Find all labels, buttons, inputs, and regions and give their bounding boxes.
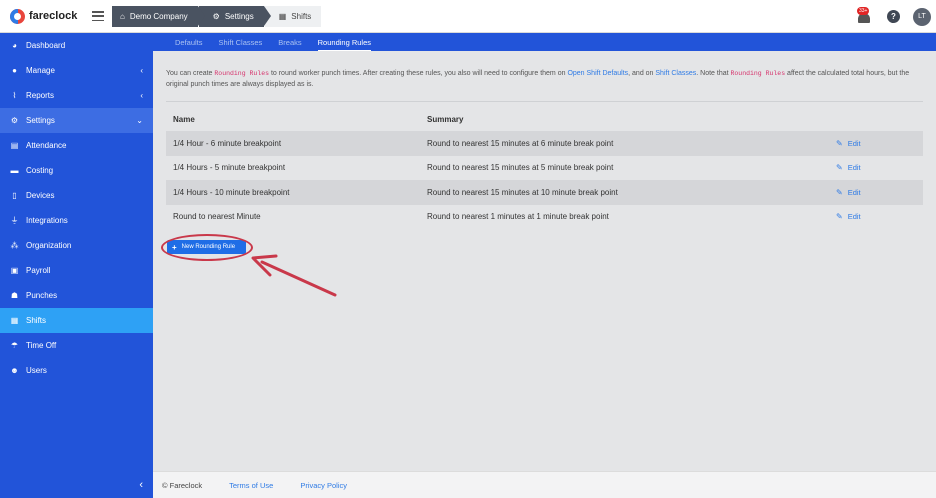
notifications-bell-icon[interactable]: 33+ (857, 6, 871, 24)
chevron-down-icon: ⌄ (136, 116, 143, 125)
header-actions: 33+ ? LT (857, 0, 936, 33)
chevron-left-icon: ‹ (140, 91, 143, 100)
plug-icon: ⏚ (10, 216, 19, 225)
fareclock-logo-icon (10, 8, 25, 24)
brand-name: fareclock (29, 10, 78, 22)
new-rounding-rule-button[interactable]: + New Rounding Rule (167, 240, 246, 254)
gear-icon: ⚙ (212, 12, 220, 21)
rule-summary: Round to nearest 15 minutes at 5 minute … (427, 163, 614, 173)
link-shift-classes[interactable]: Shift Classes (655, 70, 696, 77)
rule-name: Round to nearest Minute (173, 212, 261, 222)
help-icon[interactable]: ? (887, 10, 900, 23)
tab-defaults[interactable]: Defaults (175, 38, 203, 51)
rounding-rules-table: Name Summary 1/4 Hour - 6 minute breakpo… (166, 108, 923, 229)
sidebar-item-dashboard[interactable]: ◕ Dashboard (0, 33, 153, 58)
chevron-left-icon: ‹ (139, 479, 143, 491)
sidebar-item-users[interactable]: ☻ Users (0, 358, 153, 383)
punch-icon: ☗ (10, 291, 19, 300)
breadcrumb: ⌂ Demo Company ⚙ Settings ▦ Shifts (112, 6, 322, 27)
tab-rounding-rules[interactable]: Rounding Rules (317, 38, 372, 51)
sidebar-collapse-button[interactable]: ‹ (0, 472, 153, 498)
sidebar-item-punches[interactable]: ☗ Punches (0, 283, 153, 308)
edit-link[interactable]: ✎ Edit (836, 139, 923, 148)
table-row: 1/4 Hours - 5 minute breakpoint Round to… (166, 156, 923, 181)
tab-shift-classes[interactable]: Shift Classes (219, 38, 263, 51)
settings-tabs: Defaults Shift Classes Breaks Rounding R… (153, 33, 936, 51)
sidebar-item-time-off[interactable]: ☂ Time Off (0, 333, 153, 358)
pencil-icon: ✎ (836, 187, 843, 197)
chevron-left-icon: ‹ (140, 66, 143, 75)
table-row: Round to nearest Minute Round to nearest… (166, 205, 923, 230)
edit-link[interactable]: ✎ Edit (836, 212, 923, 221)
breadcrumb-shifts[interactable]: ▦ Shifts (264, 6, 322, 27)
payroll-icon: ▣ (10, 266, 19, 275)
rule-name: 1/4 Hour - 6 minute breakpoint (173, 138, 282, 148)
code-rounding-rules: Rounding Rules (214, 70, 269, 77)
sidebar-item-costing[interactable]: ▬ Costing (0, 158, 153, 183)
column-header-summary: Summary (427, 115, 464, 124)
brand[interactable]: fareclock (10, 8, 87, 24)
sidebar-item-payroll[interactable]: ▣ Payroll (0, 258, 153, 283)
divider (166, 101, 923, 102)
pencil-icon: ✎ (836, 138, 843, 148)
attendance-icon: ▤ (10, 141, 19, 150)
users-icon: ☻ (10, 366, 19, 375)
main-content: You can create Rounding Rules to round w… (153, 51, 936, 471)
table-header: Name Summary (166, 108, 923, 131)
footer-copyright: © Fareclock (162, 480, 203, 490)
sidebar-item-shifts[interactable]: ▦ Shifts (0, 308, 153, 333)
edit-link[interactable]: ✎ Edit (836, 188, 923, 197)
sidebar-item-settings[interactable]: ⚙ Settings ⌄ (0, 108, 153, 133)
dashboard-icon: ◕ (12, 41, 17, 50)
calendar-icon: ▦ (10, 316, 19, 325)
plus-icon: + (172, 242, 177, 252)
sidebar-item-reports[interactable]: ⌇ Reports ‹ (0, 83, 153, 108)
hamburger-menu-icon[interactable] (92, 11, 104, 21)
user-icon: ● (12, 66, 17, 75)
column-header-name: Name (173, 115, 195, 124)
costing-icon: ▬ (10, 166, 19, 175)
rule-summary: Round to nearest 1 minutes at 1 minute b… (427, 212, 609, 222)
org-icon: ⁂ (10, 241, 19, 250)
top-bar: fareclock ⌂ Demo Company ⚙ Settings ▦ Sh… (0, 0, 936, 33)
beach-icon: ☂ (10, 341, 19, 350)
privacy-policy-link[interactable]: Privacy Policy (300, 481, 347, 490)
table-row: 1/4 Hour - 6 minute breakpoint Round to … (166, 131, 923, 156)
calendar-icon: ▦ (278, 12, 287, 21)
notification-badge: 33+ (857, 6, 870, 15)
rule-name: 1/4 Hours - 10 minute breakpoint (173, 187, 290, 197)
home-icon: ⌂ (120, 12, 125, 21)
sidebar-item-attendance[interactable]: ▤ Attendance (0, 133, 153, 158)
sidebar: ◕ Dashboard ● Manage ‹ ⌇ Reports ‹ ⚙ Set… (0, 33, 153, 498)
rule-name: 1/4 Hours - 5 minute breakpoint (173, 163, 286, 173)
sidebar-item-integrations[interactable]: ⏚ Integrations (0, 208, 153, 233)
edit-link[interactable]: ✎ Edit (836, 163, 923, 172)
table-row: 1/4 Hours - 10 minute breakpoint Round t… (166, 180, 923, 205)
pencil-icon: ✎ (836, 212, 843, 222)
link-open-shift-defaults[interactable]: Open Shift Defaults (567, 70, 628, 77)
pencil-icon: ✎ (836, 163, 843, 173)
breadcrumb-settings[interactable]: ⚙ Settings (198, 6, 271, 27)
chart-icon: ⌇ (12, 91, 17, 100)
sidebar-item-organization[interactable]: ⁂ Organization (0, 233, 153, 258)
rule-summary: Round to nearest 15 minutes at 10 minute… (427, 187, 618, 197)
gear-icon: ⚙ (10, 116, 19, 125)
code-rounding-rules: Rounding Rules (730, 70, 786, 77)
device-icon: ▯ (12, 191, 17, 200)
breadcrumb-company[interactable]: ⌂ Demo Company (112, 6, 205, 27)
footer: © Fareclock Terms of Use Privacy Policy (153, 471, 936, 498)
terms-of-use-link[interactable]: Terms of Use (229, 481, 273, 490)
tab-breaks[interactable]: Breaks (278, 38, 301, 51)
intro-text: You can create Rounding Rules to round w… (166, 70, 910, 88)
sidebar-item-devices[interactable]: ▯ Devices (0, 183, 153, 208)
avatar[interactable]: LT (913, 7, 931, 26)
rule-summary: Round to nearest 15 minutes at 6 minute … (427, 138, 614, 148)
sidebar-item-manage[interactable]: ● Manage ‹ (0, 58, 153, 83)
